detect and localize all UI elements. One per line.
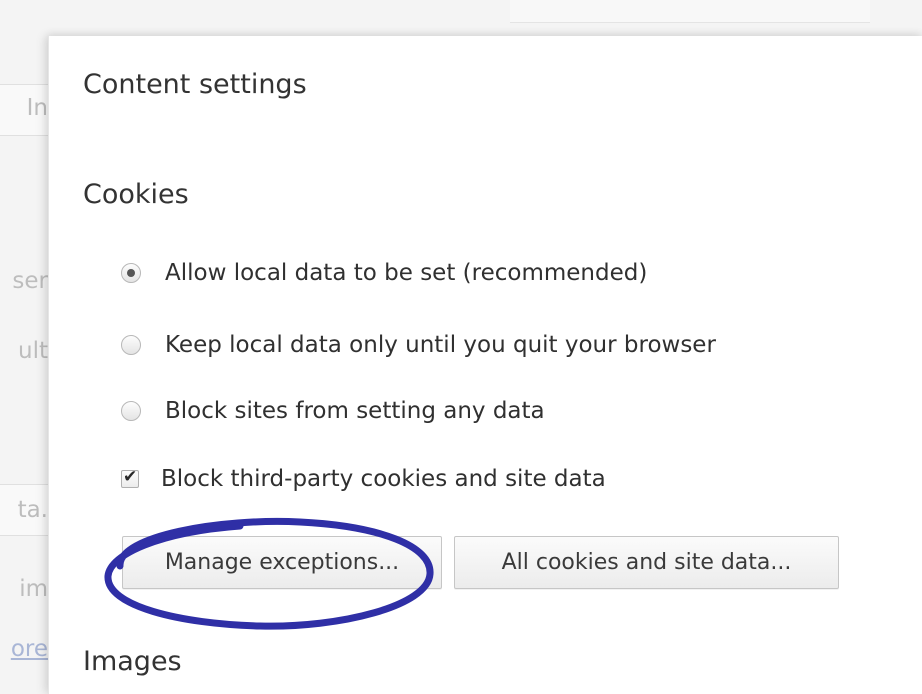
allow-local-data-radio[interactable]: Allow local data to be set (recommended) — [121, 260, 647, 286]
option-label: Keep local data only until you quit your… — [165, 332, 716, 358]
dialog-title: Content settings — [83, 69, 307, 100]
all-cookies-button[interactable]: All cookies and site data... — [454, 536, 839, 589]
background-text-fragment: In — [26, 95, 48, 121]
block-third-party-checkbox[interactable]: ✔ Block third-party cookies and site dat… — [121, 466, 606, 492]
radio-selected-icon[interactable] — [121, 263, 141, 283]
content-settings-dialog: Content settings Cookies Allow local dat… — [48, 36, 922, 694]
checkbox-label: Block third-party cookies and site data — [161, 466, 606, 492]
option-label: Allow local data to be set (recommended) — [165, 260, 648, 286]
background-text-fragment: ta. — [17, 497, 48, 523]
background-text-fragment: im — [19, 576, 48, 602]
images-heading: Images — [83, 646, 182, 677]
radio-unselected-icon[interactable] — [121, 401, 141, 421]
background-topbar — [510, 0, 870, 23]
background-text-fragment: ult — [18, 338, 48, 364]
background-text-fragment: ser — [12, 268, 48, 294]
manage-exceptions-button[interactable]: Manage exceptions... — [122, 536, 442, 589]
keep-local-data-radio[interactable]: Keep local data only until you quit your… — [121, 332, 716, 358]
cookies-heading: Cookies — [83, 179, 189, 210]
radio-unselected-icon[interactable] — [121, 335, 141, 355]
option-label: Block sites from setting any data — [165, 398, 545, 424]
block-sites-radio[interactable]: Block sites from setting any data — [121, 398, 545, 424]
checkbox-checked-icon[interactable]: ✔ — [121, 467, 139, 488]
background-link-fragment: ore — [10, 636, 48, 662]
